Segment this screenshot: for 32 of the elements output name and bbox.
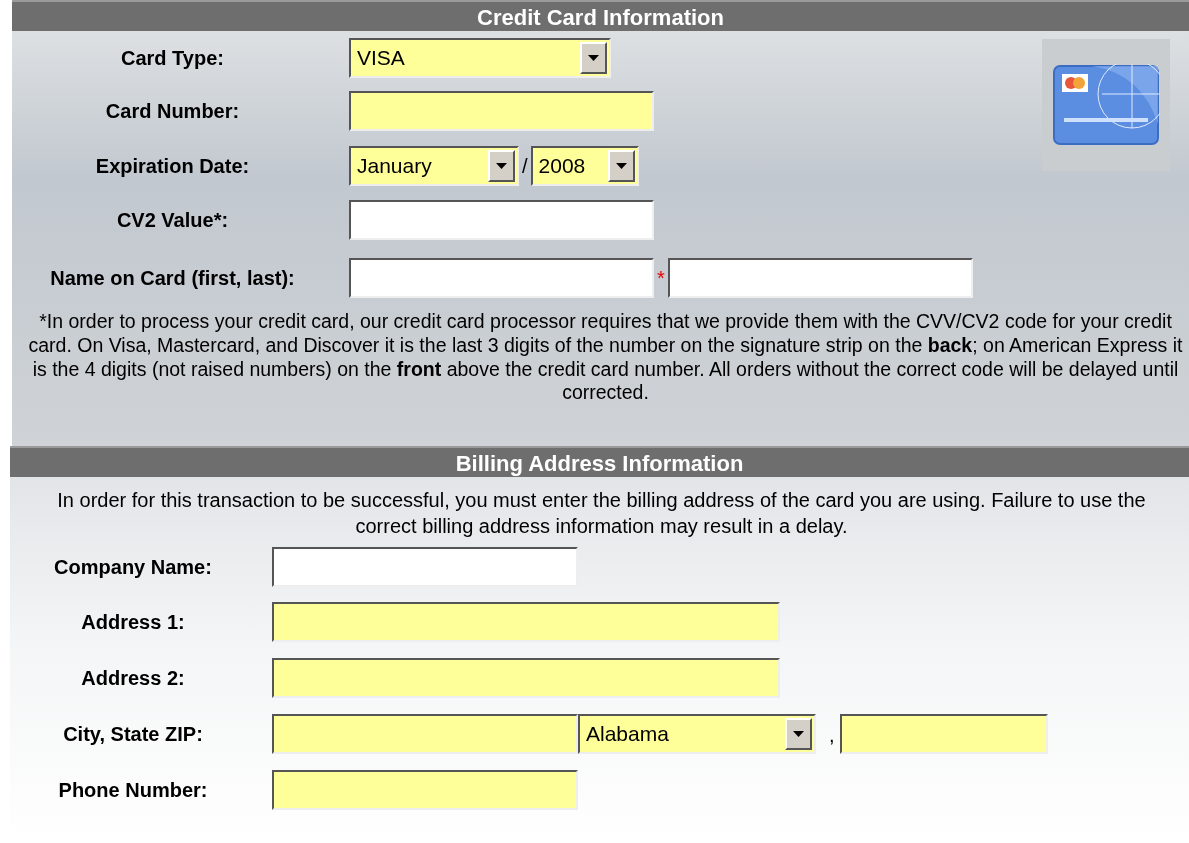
dropdown[interactable]: January xyxy=(349,146,519,186)
credit-card-icon xyxy=(1042,39,1170,171)
field-label: Expiration Date: xyxy=(94,153,251,179)
text-field[interactable] xyxy=(272,602,780,642)
section-header: Billing Address Information xyxy=(10,446,1189,477)
billing-intro: In order for this transaction to be successful, you must enter the billing address of the card you are using. Failure to use the correct billing address information may result in a delay. xyxy=(56,488,1147,539)
text-field[interactable] xyxy=(349,200,654,240)
text-field[interactable] xyxy=(272,770,578,810)
dropdown[interactable]: Alabama xyxy=(578,714,816,754)
field-label: Card Number: xyxy=(104,98,241,124)
separator: * xyxy=(656,266,666,291)
field-label: Phone Number: xyxy=(57,777,209,803)
separator: , xyxy=(828,723,836,748)
field-label: Company Name: xyxy=(53,554,213,580)
text-field[interactable] xyxy=(272,658,780,698)
field-label: Name on Card (first, last): xyxy=(49,265,296,291)
field-label: City, State ZIP: xyxy=(62,721,204,747)
dropdown[interactable]: VISA xyxy=(349,38,611,78)
dropdown[interactable]: 2008 xyxy=(530,146,639,186)
cvv-note: *In order to process your credit card, our credit card processor requires that we provide them with the CVV/CV2 code for your credit card. On Visa, Mastercard, and Discover it is the last 3 digits of the number on the signature strip on the back; on American Express it is the 4 digits (not raised numbers) on the front above the credit card number. All orders without the correct code will be delayed until corrected. xyxy=(27,310,1184,406)
separator: / xyxy=(521,154,529,179)
text-field[interactable] xyxy=(839,714,1048,754)
text-field[interactable] xyxy=(349,91,654,131)
field-label: Address 1: xyxy=(80,609,186,635)
section-header: Credit Card Information xyxy=(12,0,1189,31)
text-field[interactable] xyxy=(272,714,578,754)
field-label: Card Type: xyxy=(120,45,225,71)
text-field[interactable] xyxy=(272,547,578,587)
field-label: Address 2: xyxy=(80,665,186,691)
text-field[interactable] xyxy=(667,258,973,298)
field-label: CV2 Value*: xyxy=(115,207,230,233)
text-field[interactable] xyxy=(349,258,654,298)
